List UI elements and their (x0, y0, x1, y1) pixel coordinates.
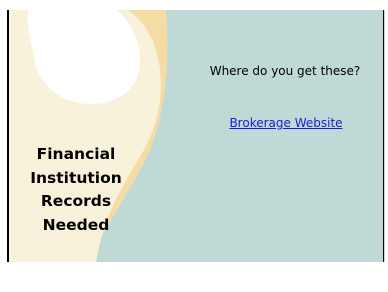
title-line: Records (40, 192, 112, 210)
title-line: Financial (36, 145, 116, 163)
title-line: Needed (42, 215, 110, 234)
slide-right-border (383, 10, 384, 262)
slide-title: Financial Institution Records Needed (20, 143, 132, 237)
brokerage-website-link[interactable]: Brokerage Website (204, 116, 368, 130)
question-text: Where do you get these? (209, 64, 361, 78)
title-line: Institution (30, 168, 122, 187)
slide-bottom-margin (7, 262, 385, 292)
slide-left-border (7, 10, 9, 262)
